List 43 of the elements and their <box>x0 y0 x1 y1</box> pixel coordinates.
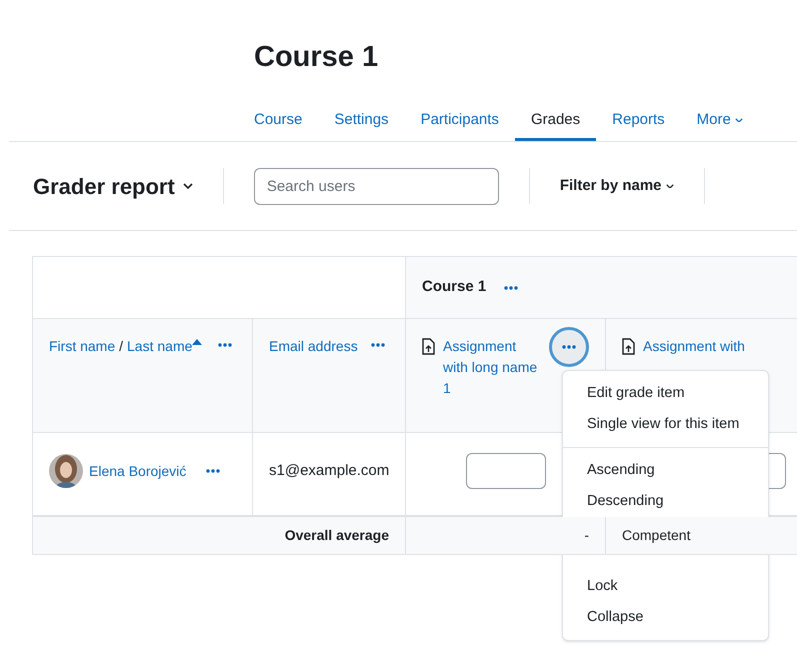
menu-item[interactable]: Collapse <box>563 602 768 633</box>
file-upload-icon <box>622 338 635 355</box>
email-cell-text: s1@example.com <box>269 460 390 481</box>
column-header-link[interactable]: Assignment with long name 1 <box>443 336 541 399</box>
nav-tab[interactable]: Reports <box>596 102 681 141</box>
menu-item[interactable]: Ascending <box>563 455 768 486</box>
search-field[interactable]: Search users <box>254 168 499 204</box>
last-name-sort-link[interactable]: Last name <box>127 336 192 357</box>
more-options-icon <box>206 469 220 473</box>
menu-item[interactable]: Single view for this item <box>563 409 768 440</box>
report-selector[interactable]: Grader report <box>9 170 223 202</box>
more-options-icon <box>371 343 385 347</box>
nav-tab[interactable]: Course <box>238 102 318 141</box>
nav-tab[interactable]: Grades <box>514 102 596 141</box>
chevron-down-icon <box>666 184 674 188</box>
category-name: Course 1 <box>422 277 486 298</box>
column-menu-button[interactable] <box>218 343 232 347</box>
nav-tab[interactable]: Settings <box>318 102 405 141</box>
row-menu-button[interactable] <box>206 469 220 473</box>
more-options-icon <box>562 345 576 349</box>
menu-item[interactable]: Edit grade item <box>563 378 768 409</box>
chevron-down-icon <box>182 183 193 189</box>
column-header-link[interactable]: Assignment with <box>643 336 748 357</box>
grade-input[interactable] <box>466 453 546 489</box>
menu-item[interactable]: Lock <box>563 571 768 602</box>
column-menu-button[interactable] <box>549 327 589 367</box>
more-options-icon <box>504 286 518 290</box>
file-upload-icon <box>422 338 435 355</box>
menu-item[interactable]: Descending <box>563 486 768 517</box>
chevron-down-icon <box>734 118 743 122</box>
average-value: Competent <box>622 526 690 545</box>
first-name-sort-link[interactable]: First name <box>49 336 116 357</box>
separator: / <box>118 337 124 356</box>
average-value: - <box>584 526 589 545</box>
column-menu-button[interactable] <box>371 343 385 347</box>
column-header-link[interactable]: Email address <box>269 336 358 357</box>
overall-average-label: Overall average <box>284 526 389 545</box>
nav-tab[interactable]: Participants <box>404 102 515 141</box>
nav-tab[interactable]: More <box>680 102 759 141</box>
filter-dropdown[interactable]: Filter by name <box>530 174 704 198</box>
student-name-link[interactable]: Elena Borojević <box>89 460 186 482</box>
page-title: Course 1 <box>254 40 380 75</box>
more-options-icon <box>218 343 232 347</box>
